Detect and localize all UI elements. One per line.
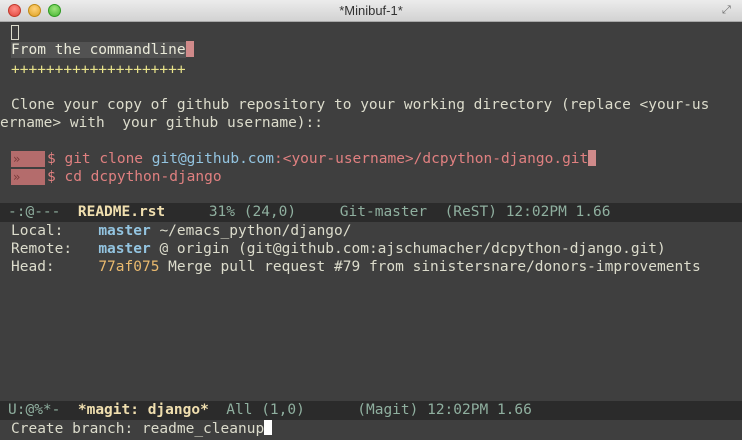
code-block-indent-marker: » [11,169,45,185]
trailing-whitespace-marker [185,41,194,57]
magit-remote-line: Remote: master @ origin (git@github.com:… [11,240,666,258]
magit-head-hash[interactable]: 77af075 [98,259,159,275]
rst-heading-underline: ++++++++++++++++++++ [11,62,186,78]
paragraph-line-2: ername> with your github username):: [0,115,324,131]
magit-remote-branch[interactable]: master [98,241,150,257]
code-repo-path: :<your-username>/dcpython-django.git [273,151,589,167]
emacs-window: *Minibuf-1* ⤢ From the commandline +++++… [0,0,742,440]
modeline-load: 1.66 [575,204,611,220]
magit-remote-label: Remote: [11,241,73,257]
magit-remote-detail: @ origin (git@github.com:ajschumacher/dc… [159,241,666,257]
title-bar: *Minibuf-1* ⤢ [0,0,742,22]
magit-local-path: ~/emacs_python/django/ [159,223,352,239]
minibuffer-input[interactable]: readme_cleanup [142,421,264,437]
modeline-flags: U:@%*- [8,402,61,418]
modeline-time: 12:02PM [427,402,489,418]
modeline-buffer-name: README.rst [77,204,166,220]
code-line-git-clone: $ git clone git@github.com:<your-usernam… [47,150,597,168]
magit-local-label: Local: [11,223,64,239]
minibuffer-cursor [264,420,273,435]
rst-heading: From the commandline [11,42,186,58]
trailing-whitespace-marker [588,150,597,166]
modeline-position: All (1,0) [226,402,305,418]
magit-local-branch[interactable]: master [98,223,150,239]
minibuffer-prompt: Create branch: [11,421,142,437]
code-block-indent-marker: » [11,151,45,167]
modeline-magit[interactable]: U:@%*- *magit: django* All (1,0) (Magit)… [0,401,742,420]
modeline-mode: (Magit) [357,402,419,418]
magit-head-message: Merge pull request #79 from sinistersnar… [168,259,701,275]
buffer-cursor [11,25,19,40]
modeline-buffer-name: *magit: django* [77,402,209,418]
minibuffer[interactable]: Create branch: readme_cleanup [11,420,273,438]
modeline-mode: (ReST) [444,204,497,220]
magit-local-line: Local: master ~/emacs_python/django/ [11,222,352,240]
modeline-time: 12:02PM [505,204,567,220]
rst-heading-line: From the commandline [11,41,194,59]
code-line-cd: $ cd dcpython-django [47,169,222,185]
modeline-flags: -:@--- [8,204,61,220]
code-prompt: $ git clone [47,151,152,167]
magit-head-label: Head: [11,259,55,275]
modeline-load: 1.66 [496,402,532,418]
modeline-position: 31% (24,0) [208,204,297,220]
paragraph-line-1: Clone your copy of github repository to … [11,97,710,113]
window-title: *Minibuf-1* [339,3,403,18]
modeline-vc: Git-master [339,204,428,220]
code-repo-host: git@github.com [151,151,274,167]
fullscreen-icon[interactable]: ⤢ [722,4,734,16]
magit-head-line: Head: 77af075 Merge pull request #79 fro… [11,258,701,276]
modeline-readme[interactable]: -:@--- README.rst 31% (24,0) Git-master … [0,203,742,222]
